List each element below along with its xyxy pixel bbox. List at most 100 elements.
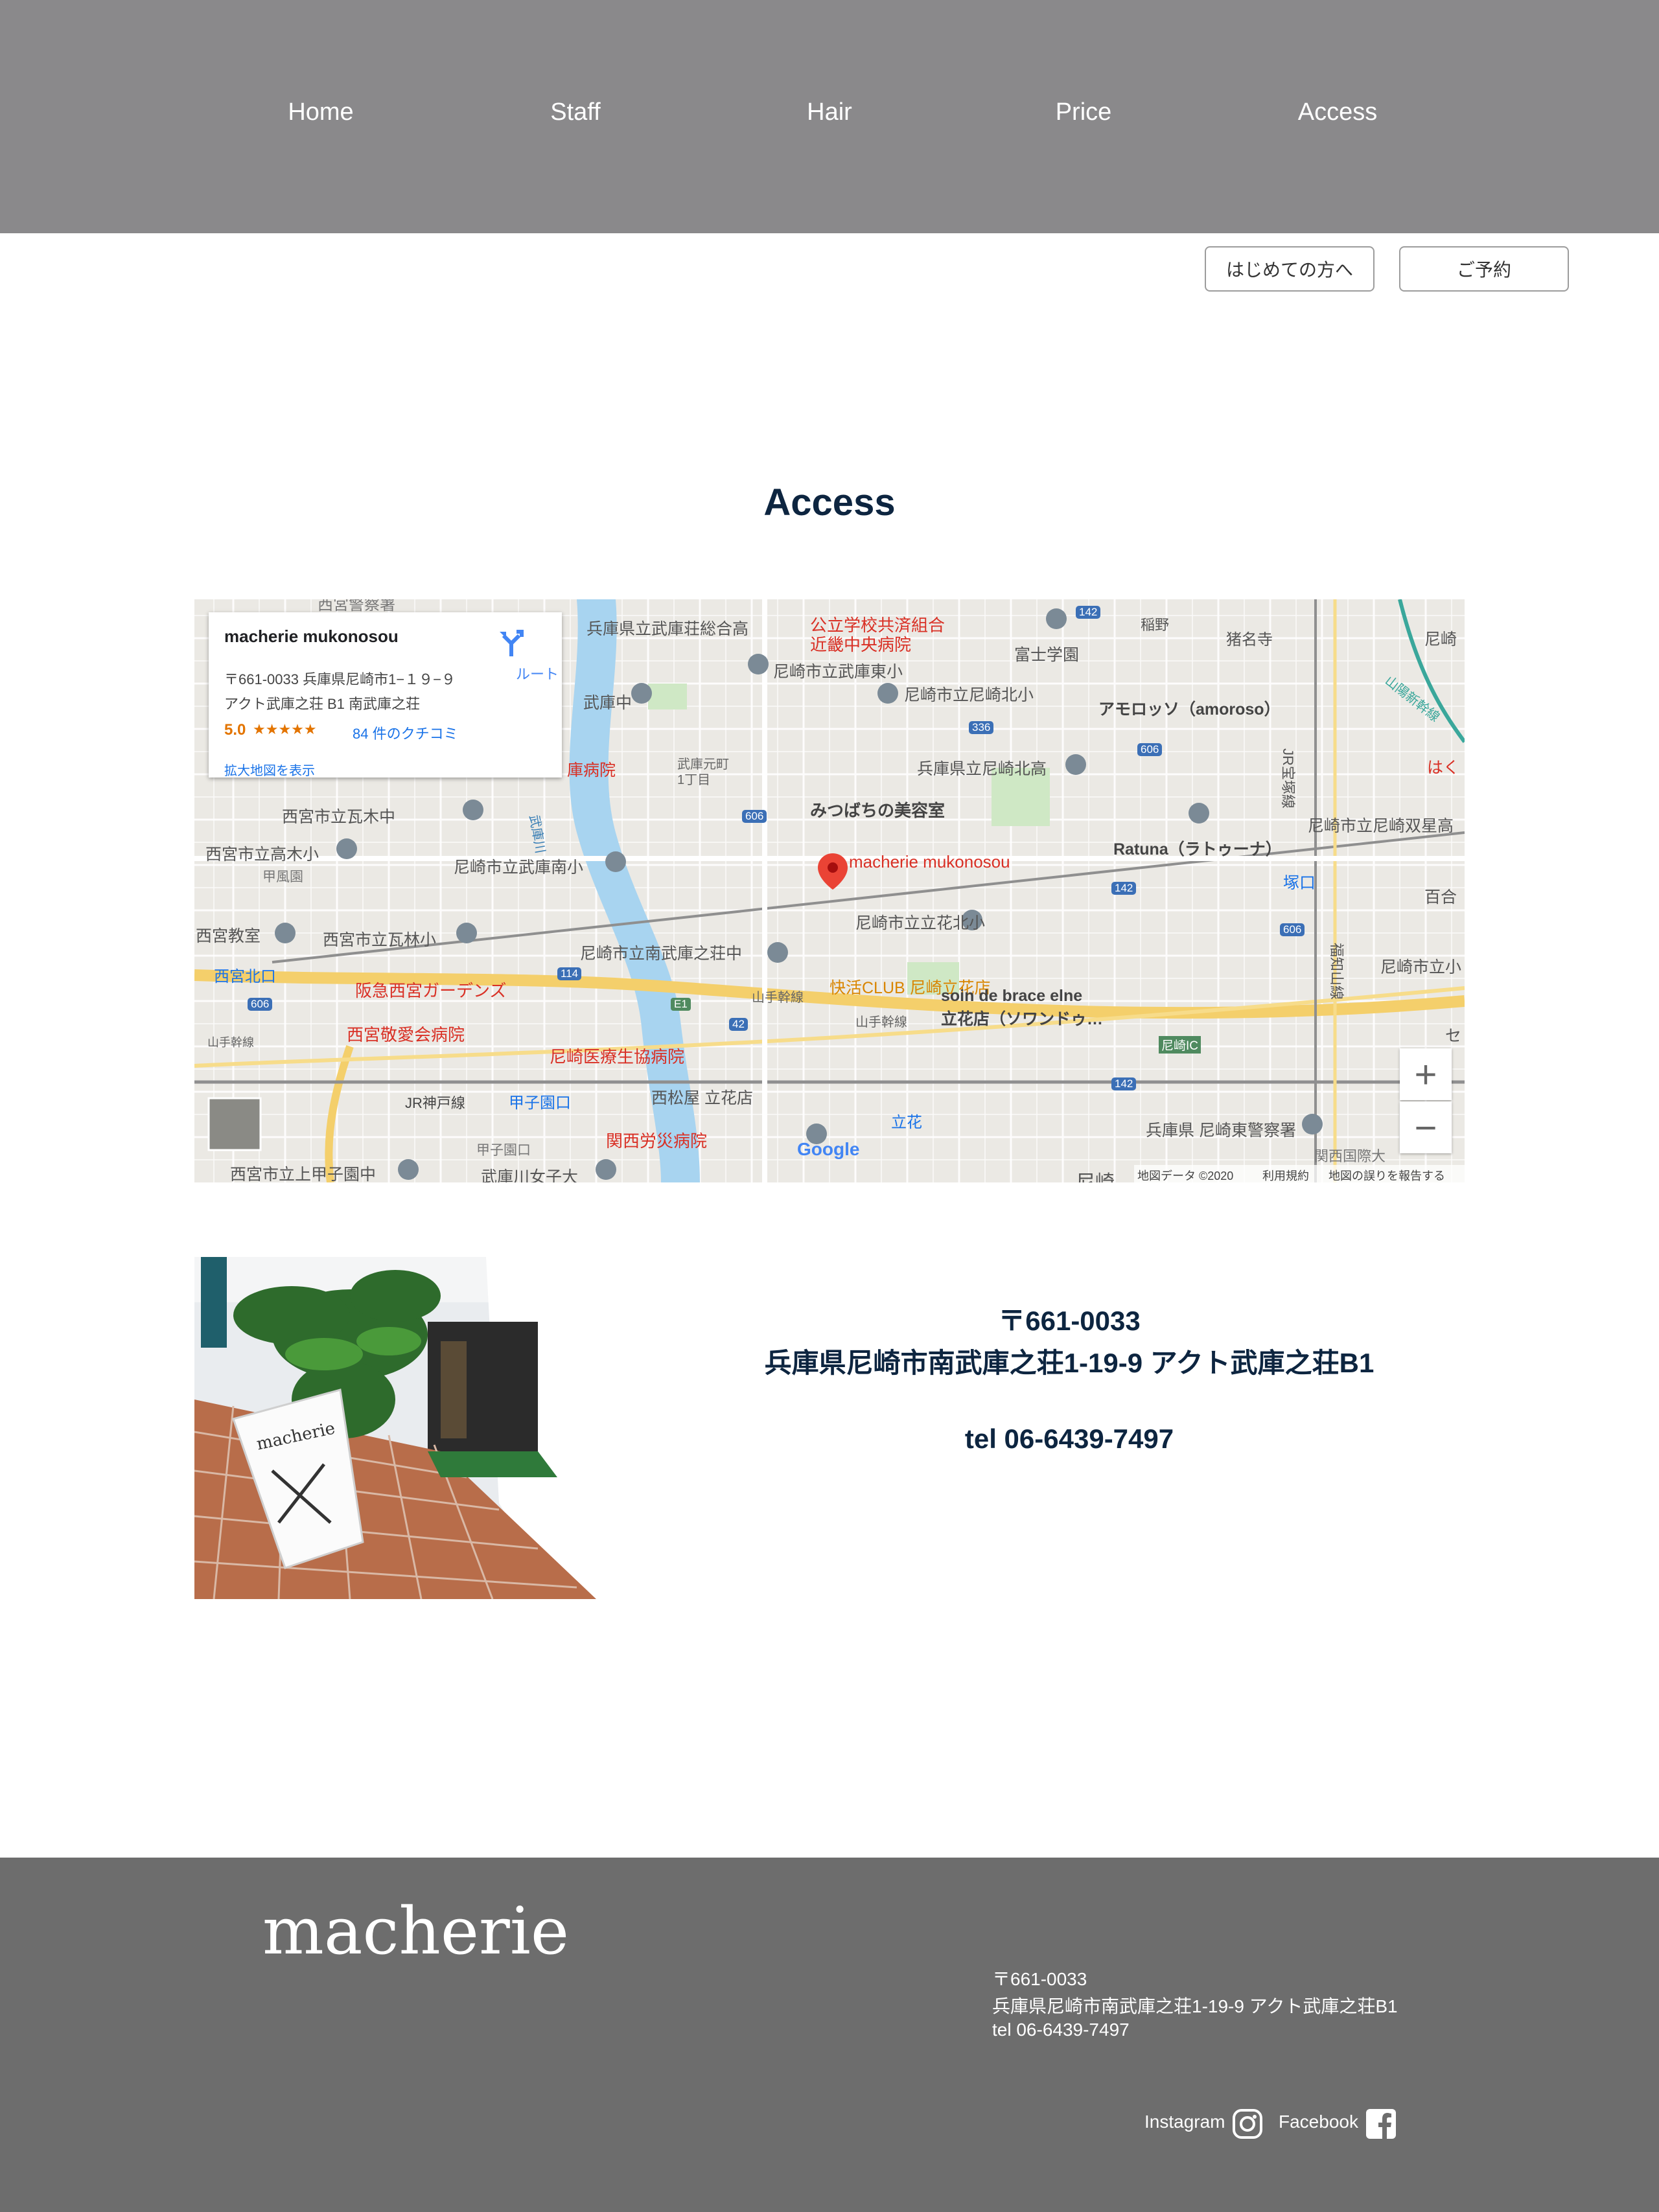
map-label: 阪急西宮ガーデンズ [355,981,507,1000]
map-label: 富士学園 [1014,646,1080,664]
facebook-icon[interactable] [1365,2108,1397,2140]
map-label: 西宮市立瓦林小 [323,931,437,949]
road-badge: 606 [248,998,273,1011]
map-label: 山手幹線 [752,991,804,1005]
place-address-line2: アクト武庫之荘 B1 南武庫之荘 [224,696,421,712]
map-label: 西宮教室 [196,927,261,945]
nav-price[interactable]: Price [986,98,1181,126]
footer: macherie 〒661-0033 兵庫県尼崎市南武庫之荘1-19-9 アクト… [0,1858,1659,2212]
place-name: macherie mukonosou [224,627,399,646]
map-label: 百合 [1424,888,1457,906]
footer-postal: 〒661-0033 [992,1969,1087,1989]
map-label: 庫病院 [567,761,616,779]
map-label: 武庫中 [583,694,632,712]
map-label: 兵庫県 尼崎東警察署 [1146,1122,1296,1140]
road-badge: 142 [1076,606,1101,619]
map-label: 甲子園口 [476,1143,531,1158]
map-label: 立花店（ソワンドゥ… [941,1010,1104,1028]
map-label: セ [1445,1027,1462,1045]
attribution-bar: 地図データ ©2020 利用規約 地図の誤りを報告する [1134,1165,1465,1182]
map-label: JR神戸線 [405,1095,465,1111]
map-label: 尼崎市立武庫東小 [773,663,903,681]
road-badge: E1 [671,998,691,1011]
map-label: 甲風園 [262,870,303,884]
map-label: 甲子園口 [509,1094,571,1112]
road-badge: 142 [1111,1077,1137,1090]
map-label: 兵庫県立武庫荘総合高 [586,620,749,638]
map-label: 近畿中央病院 [810,635,912,654]
map-label: みつばちの美容室 [810,801,946,820]
map-label: 尼崎医療生協病院 [550,1047,685,1066]
map-label: 尼崎市立武庫南小 [454,858,584,877]
contact-address: 兵庫県尼崎市南武庫之荘1-19-9 アクト武庫之荘B1 [764,1348,1375,1378]
map-label: 尼崎市立尼崎北小 [904,686,1034,704]
route-label[interactable]: ルート [516,663,559,684]
first-time-button[interactable]: はじめての方へ [1205,246,1375,292]
reviews-link[interactable]: 84 件のクチコミ [353,722,458,743]
place-address-line1: 〒661-0033 兵庫県尼崎市1−１９−９ [224,671,456,687]
zoom-out-button[interactable]: − [1400,1101,1452,1153]
map-label: 山手幹線 [207,1036,254,1049]
google-logo: Google [797,1139,860,1159]
nav-home[interactable]: Home [224,98,418,126]
route-icon[interactable] [497,625,536,658]
place-stars: ★★★★★ [253,721,317,737]
place-card: macherie mukonosou 〒661-0033 兵庫県尼崎市1−１９−… [209,612,562,778]
contact-tel[interactable]: tel 06-6439-7497 [687,1423,1452,1455]
footer-logo[interactable]: macherie [262,1893,569,1969]
map-label: 関西国際大 [1314,1148,1386,1164]
reserve-button[interactable]: ご予約 [1399,246,1569,292]
map-label: 尼崎 [1076,1166,1115,1182]
map-label: 尼崎市立小 [1380,958,1462,976]
enlarge-map-link[interactable]: 拡大地図を表示 [224,760,315,779]
map-label: アモロッソ（amoroso） [1098,700,1281,719]
map-label: 関西労災病院 [606,1131,708,1151]
map-label: 尼崎市立南武庫之荘中 [580,945,743,963]
map-data-attribution: 地図データ ©2020 [1137,1169,1234,1182]
map-label: はく [1427,759,1460,777]
place-rating: 5.0 [224,721,246,739]
map-label: 尼崎市立立花北小 [855,914,986,932]
road-badge: 606 [742,810,767,823]
contact-postal: 〒661-0033 [998,1306,1141,1336]
map-label: 西宮市立瓦木中 [282,808,396,826]
map-label: 山手幹線 [855,1015,907,1030]
map-label: 尼崎市立尼崎双星高 [1308,817,1454,835]
map-label: 西宮敬愛会病院 [347,1025,465,1044]
road-badge: 42 [729,1018,748,1031]
road-badge: 606 [1137,743,1163,756]
map-label: 西宮市立高木小 [205,846,319,864]
footer-address: 兵庫県尼崎市南武庫之荘1-19-9 アクト武庫之荘B1 [992,1996,1398,2016]
instagram-icon[interactable] [1231,2108,1264,2140]
map-label: 福知山線 [1328,943,1345,1000]
nav-staff[interactable]: Staff [478,98,673,126]
map-label: Ratuna（ラトゥーナ） [1113,840,1282,858]
page-title: Access [763,481,896,524]
road-badge: 114 [557,967,582,980]
map-pin-label[interactable]: macherie mukonosou [849,852,1010,872]
map-label: 塚口 [1283,874,1316,892]
facebook-link[interactable]: Facebook [1279,2112,1358,2132]
map-label: 西宮北口 [214,968,276,985]
road-badge: 606 [1280,923,1305,936]
top-nav: Home Staff Hair Price Access [0,0,1659,233]
map-embed[interactable]: 兵庫県立武庫荘総合高 公立学校共済組合 近畿中央病院 尼崎市立武庫東小 富士学園… [194,599,1465,1182]
map-label: 稲野 [1141,617,1170,633]
terms-link[interactable]: 利用規約 [1262,1167,1309,1182]
zoom-in-button[interactable]: + [1400,1048,1452,1100]
nav-access[interactable]: Access [1240,98,1435,126]
storefront-photo: macherie [194,1257,639,1599]
map-label: 西宮市立上甲子園中 [230,1166,377,1182]
map-label: 立花 [891,1114,922,1131]
map-label: soin de brace elne [941,987,1083,1005]
road-badge: 336 [969,721,994,734]
report-error-link[interactable]: 地図の誤りを報告する [1328,1167,1445,1182]
map-label: 西松屋 立花店 [651,1089,753,1107]
footer-tel: tel 06-6439-7497 [992,2020,1130,2040]
nav-hair[interactable]: Hair [732,98,927,126]
map-label: 武庫川女子大 [481,1168,579,1182]
map-label: 兵庫県立尼崎北高 [917,760,1047,778]
map-label: 1丁目 [677,773,711,787]
instagram-link[interactable]: Instagram [1144,2112,1225,2132]
road-badge: 142 [1111,882,1137,895]
